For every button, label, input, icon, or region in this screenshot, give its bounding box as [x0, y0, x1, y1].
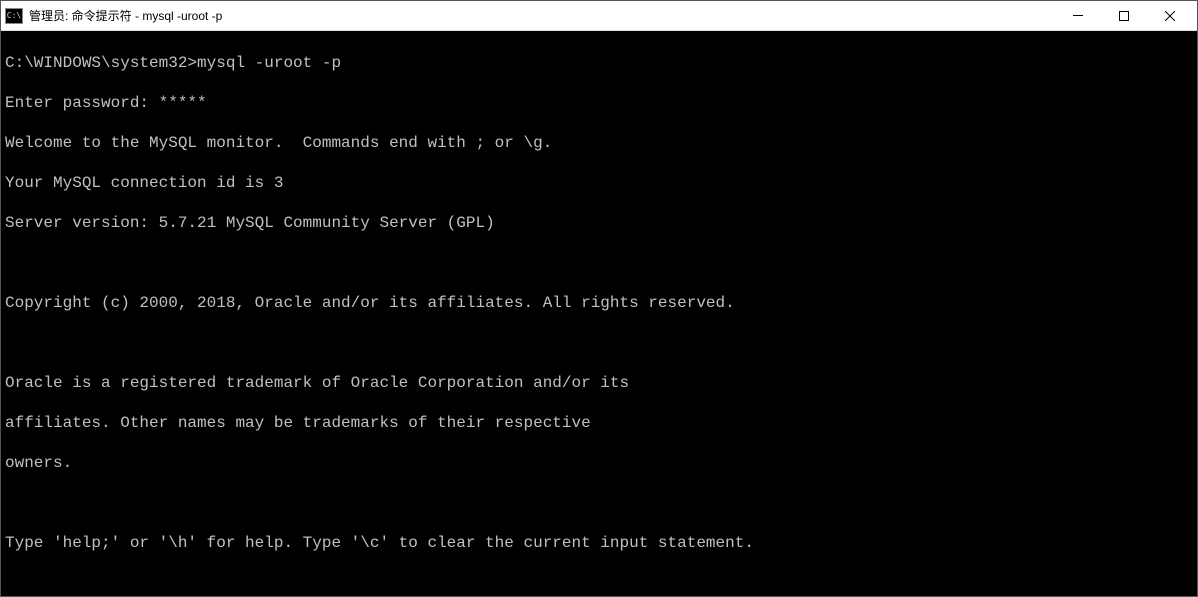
terminal-line — [5, 573, 1193, 593]
minimize-button[interactable] — [1055, 1, 1101, 31]
terminal-line — [5, 333, 1193, 353]
terminal-line: Enter password: ***** — [5, 93, 1193, 113]
close-button[interactable] — [1147, 1, 1193, 31]
maximize-button[interactable] — [1101, 1, 1147, 31]
window-title: 管理员: 命令提示符 - mysql -uroot -p — [29, 7, 1055, 24]
terminal-line: owners. — [5, 453, 1193, 473]
close-icon — [1165, 11, 1175, 21]
cmd-icon: C:\ — [5, 8, 23, 24]
maximize-icon — [1119, 11, 1129, 21]
window-titlebar: C:\ 管理员: 命令提示符 - mysql -uroot -p — [1, 1, 1197, 31]
window-controls — [1055, 1, 1193, 31]
terminal-content[interactable]: C:\WINDOWS\system32>mysql -uroot -p Ente… — [1, 31, 1197, 596]
minimize-icon — [1073, 15, 1083, 16]
terminal-line: Server version: 5.7.21 MySQL Community S… — [5, 213, 1193, 233]
terminal-line — [5, 493, 1193, 513]
terminal-line: affiliates. Other names may be trademark… — [5, 413, 1193, 433]
terminal-line: Copyright (c) 2000, 2018, Oracle and/or … — [5, 293, 1193, 313]
terminal-line: Welcome to the MySQL monitor. Commands e… — [5, 133, 1193, 153]
terminal-line: Type 'help;' or '\h' for help. Type '\c'… — [5, 533, 1193, 553]
terminal-line: C:\WINDOWS\system32>mysql -uroot -p — [5, 53, 1193, 73]
terminal-line: Your MySQL connection id is 3 — [5, 173, 1193, 193]
terminal-line: Oracle is a registered trademark of Orac… — [5, 373, 1193, 393]
terminal-line — [5, 253, 1193, 273]
